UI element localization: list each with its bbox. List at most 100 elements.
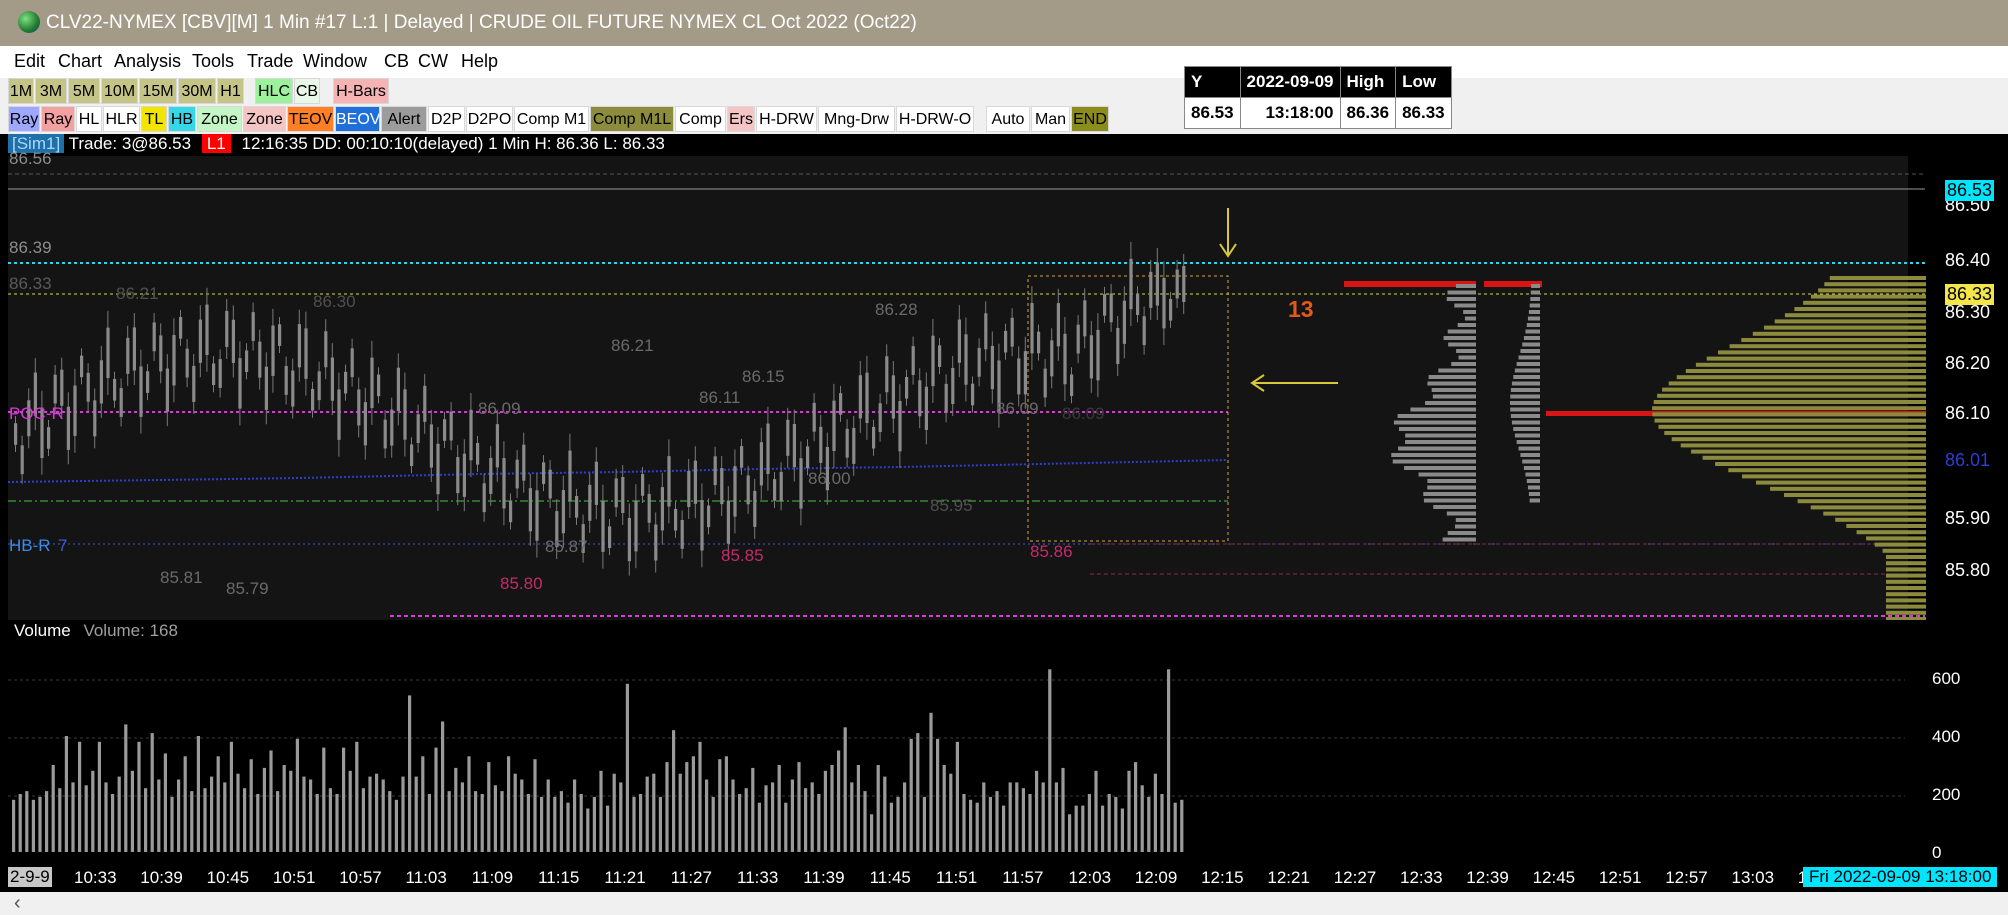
candle-body [192, 365, 196, 402]
candle-body [799, 458, 803, 509]
menu-help[interactable]: Help [461, 51, 498, 72]
candle-body [416, 414, 420, 443]
tf-5m-button[interactable]: 5M [68, 78, 100, 104]
profile-bar [1458, 355, 1476, 360]
volume-bar [262, 767, 266, 852]
menu-analysis[interactable]: Analysis [114, 51, 181, 72]
zone-red-button[interactable]: Zone [243, 106, 286, 132]
volume-bar [744, 788, 748, 852]
candle-body [561, 490, 565, 534]
menu-cw[interactable]: CW [418, 51, 448, 72]
tf-15m-button[interactable]: 15M [139, 78, 177, 104]
profile-bar [1513, 427, 1540, 431]
menu-edit[interactable]: Edit [14, 51, 45, 72]
poc-label: POC-R [9, 404, 64, 423]
tf-30m-button[interactable]: 30M [178, 78, 216, 104]
volume-bar [157, 779, 161, 852]
h-drw-o-button[interactable]: H-DRW-O [896, 106, 974, 132]
time-tick: 12:39 [1466, 868, 1509, 887]
tl-button[interactable]: TL [141, 106, 167, 132]
zone-green-button[interactable]: Zone [197, 106, 242, 132]
candle-body [390, 409, 394, 446]
comp-button[interactable]: Comp [675, 106, 726, 132]
volume-bar [282, 765, 286, 852]
scroll-left-icon[interactable]: ‹ [14, 892, 21, 915]
d2p-button[interactable]: D2P [428, 106, 465, 132]
tf-3m-button[interactable]: 3M [35, 78, 67, 104]
d2po-button[interactable]: D2PO [466, 106, 513, 132]
tf-10m-button[interactable]: 10M [101, 78, 138, 104]
candle-body [469, 409, 473, 461]
time-tick: 12:15 [1201, 868, 1244, 887]
teov-button[interactable]: TEOV [287, 106, 334, 132]
tf-1m-button[interactable]: 1M [8, 78, 34, 104]
profile-bar [1886, 586, 1926, 590]
volume-bar [751, 767, 755, 852]
candle-body [278, 324, 282, 346]
menu-trade[interactable]: Trade [247, 51, 293, 72]
volume-bar [196, 736, 200, 852]
menu-cb[interactable]: CB [384, 51, 409, 72]
candle-body [1116, 327, 1120, 364]
profile-bar [1671, 437, 1926, 442]
volume-axis-tick: 400 [1932, 727, 1960, 746]
time-tick: 12:33 [1400, 868, 1443, 887]
volume-bar [1107, 794, 1111, 852]
h-bars-button[interactable]: H-Bars [333, 78, 389, 104]
hlr-button[interactable]: HLR [103, 106, 140, 132]
candle-body [911, 346, 915, 375]
left-price-label: 86.56 [9, 149, 52, 168]
candle-body [971, 383, 975, 406]
comp-m1l-button[interactable]: Comp M1L [590, 106, 674, 132]
volume-bar [632, 796, 636, 852]
auto-button[interactable]: Auto [986, 106, 1030, 132]
candle-body [1004, 330, 1008, 353]
hlc-button[interactable]: HLC [255, 78, 293, 104]
candle-body [251, 312, 255, 341]
bar-count-label: 13 [1288, 296, 1314, 322]
volume-bar [691, 756, 695, 852]
horizontal-scrollbar[interactable]: ‹ [0, 892, 2008, 914]
menu-window[interactable]: Window [303, 51, 367, 72]
volume-bar [1180, 799, 1184, 852]
volume-bar [111, 794, 115, 852]
volume-bar [216, 756, 220, 852]
volume-bar [229, 741, 233, 852]
price-tick: 86.10 [1945, 403, 1991, 423]
profile-bar [1511, 381, 1540, 386]
profile-bar [1886, 567, 1926, 572]
swing-label-low: 85.86 [1030, 542, 1073, 561]
end-button[interactable]: END [1071, 106, 1109, 132]
cb-button[interactable]: CB [294, 78, 320, 104]
ray-blue-button[interactable]: Ray [8, 106, 40, 132]
hb-button[interactable]: HB [168, 106, 196, 132]
profile-bar [1676, 375, 1926, 380]
h-drw-button[interactable]: H-DRW [756, 106, 817, 132]
volume-bar [394, 799, 398, 852]
volume-bar [513, 773, 517, 852]
candle-body [885, 356, 889, 393]
menu-tools[interactable]: Tools [192, 51, 234, 72]
volume-bar [25, 791, 29, 852]
volume-bar [863, 791, 867, 852]
candle-body [1030, 302, 1034, 354]
ers-button[interactable]: Ers [727, 106, 755, 132]
hl-button[interactable]: HL [76, 106, 102, 132]
profile-bar [1527, 485, 1540, 490]
beov-button[interactable]: BEOV [335, 106, 380, 132]
profile-bar [1510, 401, 1540, 405]
comp-m1-button[interactable]: Comp M1 [514, 106, 589, 132]
man-button[interactable]: Man [1031, 106, 1070, 132]
candle-body [238, 358, 242, 409]
mng-drw-button[interactable]: Mng-Drw [818, 106, 895, 132]
candle-body [746, 475, 750, 505]
candle-body [1050, 340, 1054, 377]
profile-bar [1886, 604, 1926, 609]
profile-bar [1454, 303, 1476, 308]
candle-body [1136, 293, 1140, 316]
menu-chart[interactable]: Chart [58, 51, 102, 72]
candle-body [93, 400, 97, 437]
tf-h1-button[interactable]: H1 [217, 78, 244, 104]
alert-button[interactable]: Alert [381, 106, 427, 132]
ray-red-button[interactable]: Ray [41, 106, 75, 132]
